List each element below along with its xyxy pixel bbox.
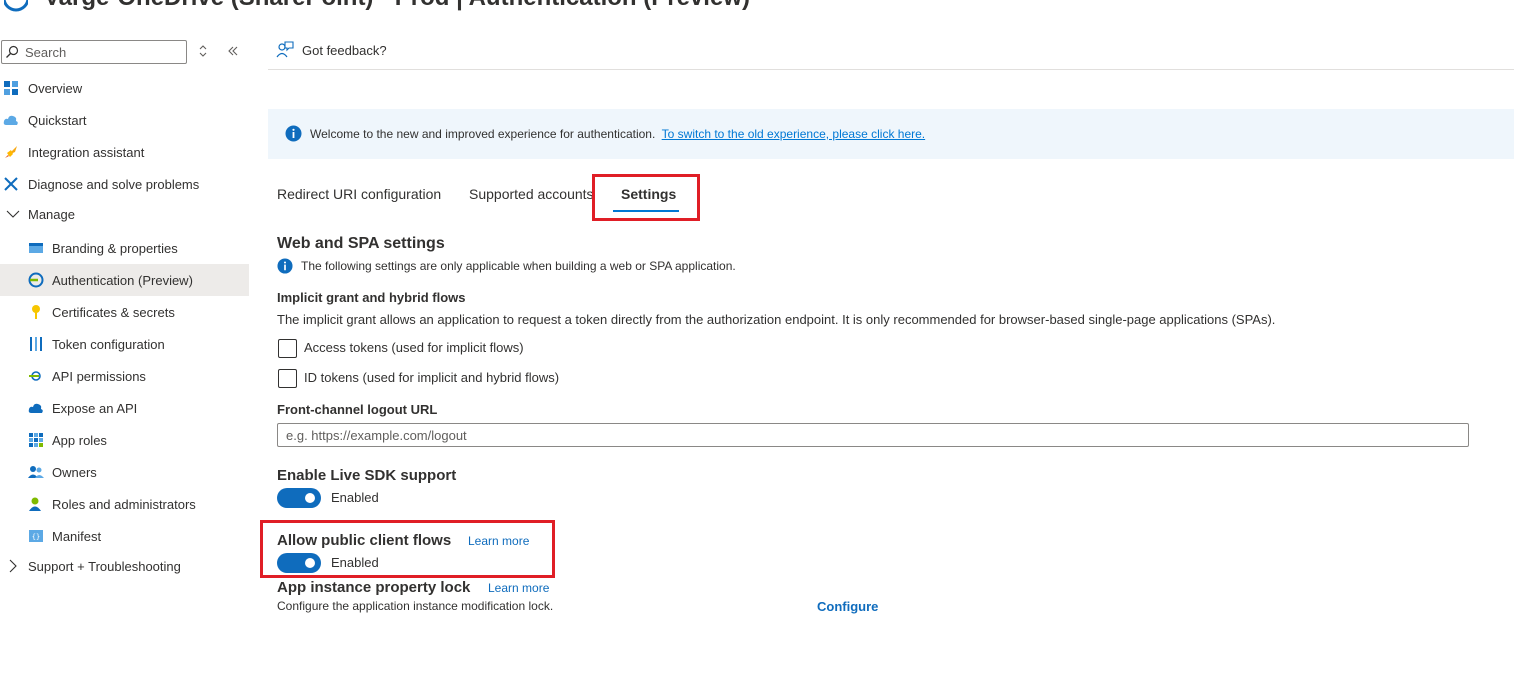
logout-url-label: Front-channel logout URL — [277, 402, 438, 417]
public-client-learn-more[interactable]: Learn more — [468, 534, 529, 548]
access-tokens-label: Access tokens (used for implicit flows) — [304, 340, 524, 355]
app-roles-grid-icon — [29, 433, 43, 447]
sidebar-item-owners[interactable]: Owners — [0, 456, 249, 488]
instance-lock-description: Configure the application instance modif… — [277, 599, 554, 613]
toggle-knob — [305, 493, 315, 503]
web-spa-heading: Web and SPA settings — [277, 235, 445, 252]
sidebar-item-branding[interactable]: Branding & properties — [0, 232, 249, 264]
sidebar-item-token-configuration[interactable]: Token configuration — [0, 328, 249, 360]
tab-supported-accounts[interactable]: Supported accounts — [469, 186, 594, 202]
info-banner: Welcome to the new and improved experien… — [268, 109, 1514, 159]
svg-text:{}: {} — [32, 533, 40, 541]
info-icon — [285, 125, 302, 142]
collapse-sidebar-icon[interactable] — [226, 44, 240, 58]
id-tokens-label: ID tokens (used for implicit and hybrid … — [304, 370, 560, 385]
overview-grid-icon — [4, 81, 18, 95]
search-icon — [6, 45, 19, 58]
highlight-box-settings — [592, 174, 700, 221]
sidebar-item-label: Diagnose and solve problems — [28, 176, 200, 192]
manifest-icon: {} — [29, 530, 43, 542]
sidebar-item-label: Certificates & secrets — [52, 304, 175, 320]
search-placeholder: Search — [25, 45, 67, 60]
sidebar-item-diagnose[interactable]: Diagnose and solve problems — [0, 168, 249, 200]
live-sdk-state: Enabled — [331, 490, 379, 505]
feedback-button[interactable]: Got feedback? — [276, 41, 387, 59]
key-icon — [32, 305, 40, 319]
toggle-knob — [305, 558, 315, 568]
feedback-icon — [276, 41, 294, 58]
wrench-icon — [4, 177, 18, 191]
chevron-right-icon — [9, 559, 17, 573]
sidebar-item-integration-assistant[interactable]: Integration assistant — [0, 136, 249, 168]
public-client-heading: Allow public client flows — [277, 532, 452, 549]
id-tokens-checkbox[interactable] — [278, 369, 297, 388]
sidebar-item-roles-admins[interactable]: Roles and administrators — [0, 488, 249, 520]
chevron-down-icon — [6, 210, 20, 218]
sidebar-item-api-permissions[interactable]: API permissions — [0, 360, 249, 392]
sidebar-item-manifest[interactable]: {} Manifest — [0, 520, 249, 552]
sidebar-item-label: Support + Troubleshooting — [28, 558, 181, 574]
sidebar-item-app-roles[interactable]: App roles — [0, 424, 249, 456]
toolbar-divider — [268, 69, 1514, 70]
sidebar-item-label: Integration assistant — [28, 144, 145, 160]
sort-icon[interactable] — [197, 44, 209, 58]
rocket-icon — [5, 146, 17, 158]
branding-icon — [29, 243, 43, 253]
sidebar-item-label: API permissions — [52, 368, 146, 384]
info-icon — [277, 258, 293, 274]
sidebar-group-manage[interactable]: Manage — [0, 198, 249, 230]
sidebar-item-authentication[interactable]: Authentication (Preview) — [0, 264, 249, 296]
live-sdk-toggle[interactable] — [277, 488, 321, 508]
banner-text: Welcome to the new and improved experien… — [310, 127, 656, 141]
instance-lock-heading: App instance property lock — [277, 579, 471, 596]
web-spa-info-text: The following settings are only applicab… — [301, 259, 736, 273]
sidebar-item-label: Overview — [28, 80, 83, 96]
instance-lock-learn-more[interactable]: Learn more — [488, 581, 549, 595]
sidebar-item-certificates[interactable]: Certificates & secrets — [0, 296, 249, 328]
sidebar-item-expose-api[interactable]: Expose an API — [0, 392, 249, 424]
logout-url-field[interactable] — [277, 423, 1469, 447]
logout-url-input[interactable] — [278, 424, 1468, 446]
cloud-api-icon — [28, 403, 43, 413]
sidebar-item-label: Expose an API — [52, 400, 138, 416]
page-title: Varge-OneDrive (SharePoint) - Prod | Aut… — [44, 0, 750, 12]
sidebar-item-overview[interactable]: Overview — [0, 72, 249, 104]
sidebar-item-label: Branding & properties — [52, 240, 178, 256]
public-client-state: Enabled — [331, 555, 379, 570]
api-permissions-icon — [29, 371, 41, 381]
sidebar-group-support[interactable]: Support + Troubleshooting — [0, 550, 249, 582]
roles-person-icon — [29, 497, 41, 511]
quickstart-cloud-icon — [3, 115, 18, 125]
sidebar-item-label: Roles and administrators — [52, 496, 196, 512]
sidebar-item-label: Manage — [28, 206, 75, 222]
tab-redirect-uri[interactable]: Redirect URI configuration — [277, 186, 441, 202]
sidebar-item-label: App roles — [52, 432, 107, 448]
sidebar-item-label: Manifest — [52, 528, 102, 544]
live-sdk-heading: Enable Live SDK support — [277, 467, 457, 484]
configure-link[interactable]: Configure — [817, 599, 878, 614]
feedback-label: Got feedback? — [302, 42, 387, 58]
sidebar-item-label: Token configuration — [52, 336, 165, 352]
public-client-toggle[interactable] — [277, 553, 321, 573]
access-tokens-checkbox[interactable] — [278, 339, 297, 358]
authentication-icon — [28, 272, 44, 288]
old-experience-link[interactable]: To switch to the old experience, please … — [662, 127, 925, 141]
app-logo-icon — [4, 0, 28, 12]
sidebar-item-quickstart[interactable]: Quickstart — [0, 104, 249, 136]
implicit-grant-description: The implicit grant allows an application… — [277, 312, 1276, 327]
sidebar-search-input[interactable]: Search — [1, 40, 187, 64]
sidebar-item-label: Owners — [52, 464, 97, 480]
sidebar-item-label: Quickstart — [28, 112, 87, 128]
implicit-grant-heading: Implicit grant and hybrid flows — [277, 290, 466, 305]
owners-people-icon — [28, 466, 44, 478]
token-bars-icon — [30, 337, 42, 351]
sidebar-item-label: Authentication (Preview) — [52, 272, 193, 288]
